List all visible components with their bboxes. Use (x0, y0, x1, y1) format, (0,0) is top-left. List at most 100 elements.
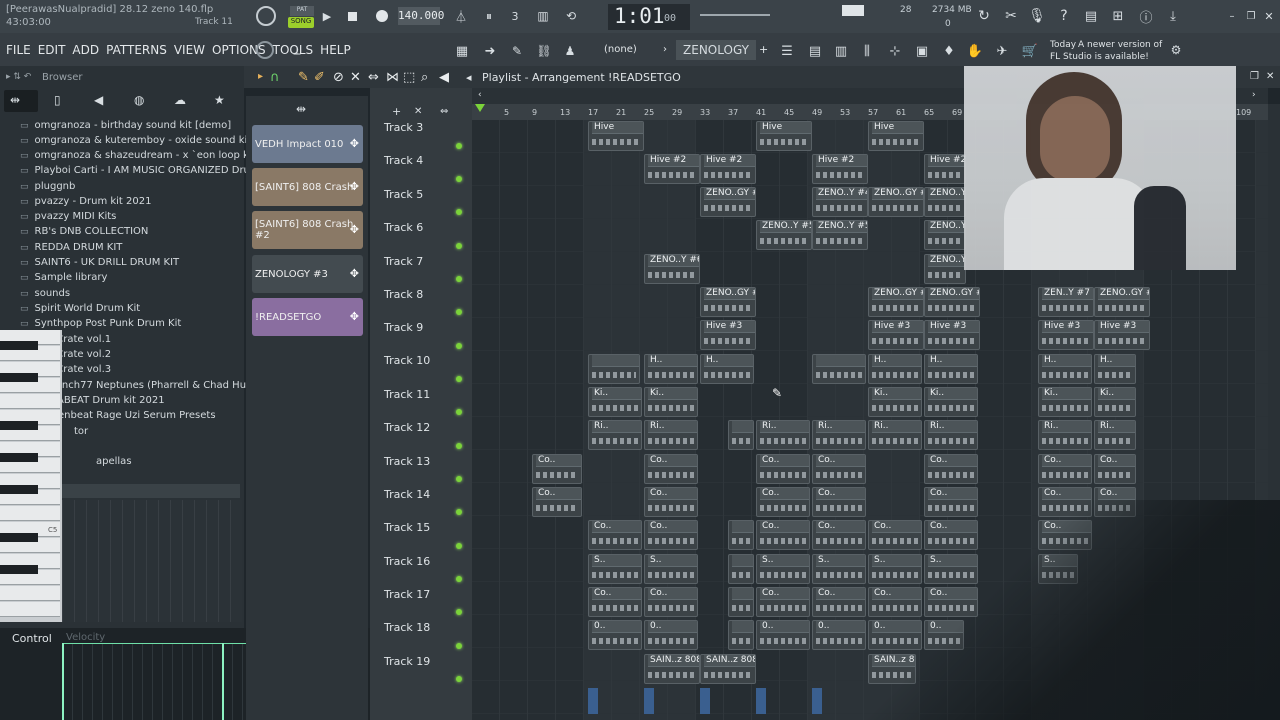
track-mute-led[interactable] (456, 409, 462, 415)
browser-folder[interactable]: apellas (96, 456, 132, 467)
pattern-clip[interactable]: ZENO..GY #7 (924, 287, 980, 317)
pattern-clip[interactable]: Co.. (532, 454, 582, 484)
browser-folder[interactable]: ▭ REDDA DRUM KIT (20, 242, 122, 253)
menu-add[interactable]: ADD (72, 43, 99, 57)
play-button[interactable]: ▶ (320, 9, 334, 23)
browser-world-icon[interactable]: ◍ (134, 93, 144, 107)
menu-view[interactable]: VIEW (174, 43, 205, 57)
close-icon[interactable]: ✕ (1262, 10, 1276, 23)
pattern-clip[interactable]: Ki.. (1038, 387, 1092, 417)
track-label[interactable]: Track 17 (384, 588, 430, 601)
pattern-clip-short[interactable] (588, 688, 598, 714)
browser-folder[interactable]: enbeat Rage Uzi Serum Presets (58, 410, 216, 421)
track-mute-led[interactable] (456, 509, 462, 515)
pattern-clip[interactable]: Ri.. (1094, 420, 1136, 450)
channel-item[interactable]: VEDH Impact 010 ✥ (252, 125, 363, 163)
scissors-icon[interactable]: ✂ (1002, 7, 1020, 25)
velocity-bar[interactable] (62, 643, 64, 720)
pattern-clip[interactable]: ZENO..GY #4 (700, 187, 756, 217)
pattern-clip[interactable]: ZENO..Y #5 (756, 220, 812, 250)
master-volume-knob[interactable] (256, 6, 276, 26)
pattern-clip[interactable]: Hive (588, 121, 644, 151)
channel-item[interactable]: [SAINT6] 808 Crash #2 ✥ (252, 211, 363, 249)
info-icon[interactable]: ⓘ (1137, 7, 1155, 26)
track-mute-led[interactable] (456, 376, 462, 382)
track-label[interactable]: Track 10 (384, 354, 430, 367)
pattern-clip[interactable]: H.. (868, 354, 922, 384)
pattern-none[interactable]: (none) (604, 44, 637, 55)
piano-roll-icon[interactable]: ▤ (806, 42, 824, 60)
browser-folder[interactable]: ▭ pvazzy - Drum kit 2021 (20, 196, 151, 207)
browser-menu-icon[interactable]: ▸ ⇅ ↶ (6, 72, 31, 82)
add-track-icon[interactable]: + (392, 105, 401, 118)
pattern-clip[interactable] (728, 554, 754, 584)
pattern-clip[interactable] (728, 620, 754, 650)
playhead-marker[interactable] (475, 104, 485, 112)
pattern-clip[interactable]: Ri.. (1038, 420, 1092, 450)
account-icon[interactable]: ⚙ (1168, 42, 1184, 58)
shop-cart-icon[interactable]: 🛒 (1021, 42, 1039, 60)
pattern-clip-short[interactable] (700, 688, 710, 714)
delete-tool-icon[interactable]: ⊘ (333, 70, 344, 85)
pattern-clip-short[interactable] (756, 688, 766, 714)
tool-hand-icon[interactable]: ✋ (966, 42, 984, 60)
pattern-clip[interactable]: Co.. (812, 520, 866, 550)
menu-patterns[interactable]: PATTERNS (106, 43, 167, 57)
stop-button[interactable] (348, 12, 357, 21)
pattern-clip[interactable]: Co.. (588, 587, 642, 617)
browser-folder[interactable]: ▭ SAINT6 - UK DRILL DRUM KIT (20, 257, 179, 268)
news-line2[interactable]: FL Studio is available! (1050, 52, 1149, 62)
pattern-clip[interactable]: Co.. (1094, 454, 1136, 484)
link-icon[interactable]: ⛓ (535, 43, 553, 59)
download-icon[interactable]: ⤓ (1164, 7, 1182, 25)
menu-edit[interactable]: EDIT (38, 43, 66, 57)
pattern-clip[interactable]: Ki.. (1094, 387, 1136, 417)
pattern-clip[interactable]: Co.. (644, 520, 698, 550)
browser-folder[interactable]: ▭ Spirit World Drum Kit (20, 303, 140, 314)
scroll-right-icon[interactable]: › (1252, 90, 1256, 100)
browser-star-icon[interactable]: ★ (214, 93, 225, 107)
pattern-clip[interactable]: Co.. (812, 454, 866, 484)
browser-folder[interactable]: ▭ Sample library (20, 272, 107, 283)
pattern-clip[interactable]: Co.. (644, 487, 698, 517)
pattern-clip[interactable]: Co.. (644, 587, 698, 617)
magnet-icon[interactable]: ∩ (270, 70, 280, 85)
pattern-clip[interactable]: H.. (644, 354, 698, 384)
pattern-clip[interactable]: Co.. (812, 587, 866, 617)
pattern-clip[interactable]: Ki.. (868, 387, 922, 417)
track-label[interactable]: Track 3 (384, 121, 423, 134)
browser-plugins-icon[interactable]: ◀ (94, 93, 103, 107)
browser-cloud-icon[interactable]: ☁ (174, 93, 186, 107)
pattern-clip[interactable]: 0.. (812, 620, 866, 650)
menu-file[interactable]: FILE (6, 43, 31, 57)
pattern-clip[interactable]: ZENO..GY #7 (700, 287, 756, 317)
channel-item[interactable]: !READSETGO ✥ (252, 298, 363, 336)
pattern-clip[interactable]: ZENO..Y #6 (644, 254, 700, 284)
pattern-clip[interactable]: ZENO..GY #7 (1094, 287, 1150, 317)
pattern-clip[interactable]: Ki.. (644, 387, 698, 417)
time-display[interactable]: 1:01 (614, 4, 665, 28)
restore-icon[interactable]: ❐ (1244, 10, 1258, 22)
piano-roll-grid[interactable] (62, 500, 242, 622)
pattern-clip[interactable]: Hive #3 (700, 320, 756, 350)
browser-folder[interactable]: ▭ omgranoza & shazeudream - x `eon loop k… (20, 150, 256, 161)
pattern-clip[interactable]: SAIN..z 808 (700, 654, 756, 684)
track-label[interactable]: Track 4 (384, 154, 423, 167)
pattern-clip[interactable] (728, 520, 754, 550)
browser-selected-row[interactable] (60, 484, 240, 498)
pattern-clip[interactable]: Ri.. (924, 420, 978, 450)
playlist-menu-icon[interactable]: ▸ (258, 71, 263, 82)
pattern-clip[interactable]: ZENO..GY #4 (868, 187, 924, 217)
velocity-bar[interactable] (222, 643, 224, 720)
browser-folder[interactable]: ▭ sounds (20, 288, 70, 299)
track-mute-led[interactable] (456, 176, 462, 182)
mute-tool-icon[interactable]: ✕ (350, 70, 361, 85)
pattern-clip[interactable]: Hive (868, 121, 924, 151)
browser-folder[interactable]: ▭ omgranoza - birthday sound kit [demo] (20, 120, 231, 131)
track-label[interactable]: Track 7 (384, 255, 423, 268)
pattern-clip[interactable]: Co.. (756, 587, 810, 617)
pencil-icon[interactable]: ✎ (508, 43, 526, 59)
pattern-clip[interactable]: Ri.. (644, 420, 698, 450)
track-mute-led[interactable] (456, 543, 462, 549)
track-mute-led[interactable] (456, 643, 462, 649)
